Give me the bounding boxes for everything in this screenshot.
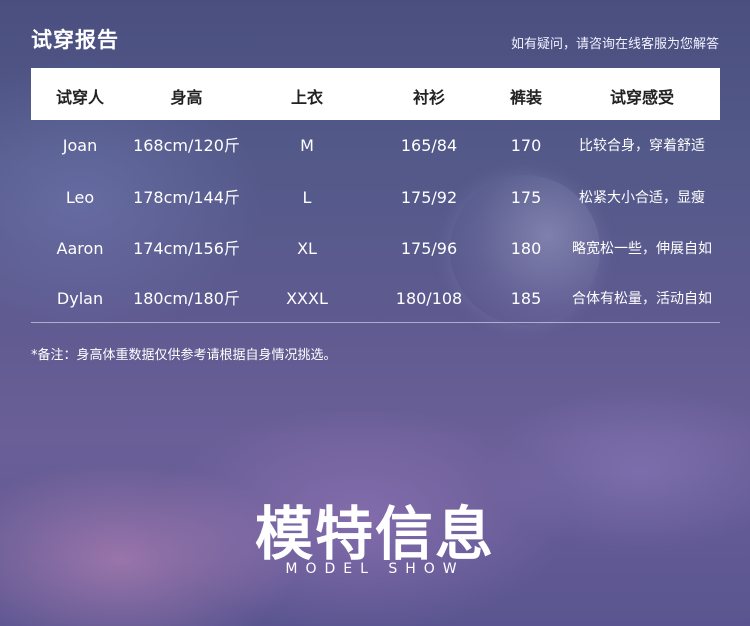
fit-feeling: 略宽松一些，伸展自如 bbox=[572, 241, 712, 257]
table-bottom-divider bbox=[31, 322, 720, 323]
column-header-tester: 试穿人 bbox=[55, 88, 104, 107]
shirt-size: 165/84 bbox=[400, 136, 458, 155]
column-header-height: 身高 bbox=[170, 88, 203, 107]
column-header-shirt: 衬衫 bbox=[412, 88, 445, 107]
fit-feeling: 比较合身，穿着舒适 bbox=[579, 138, 705, 154]
section-subtitle: MODEL SHOW bbox=[285, 561, 465, 577]
fit-feeling: 松紧大小合适，显瘦 bbox=[579, 190, 705, 206]
fit-feeling: 合体有松量，活动自如 bbox=[572, 291, 712, 307]
table-row: Dylan 180cm/180斤 XXXL 180/108 185 合体有松量，… bbox=[31, 274, 720, 324]
report-title: 试穿报告 bbox=[31, 28, 119, 52]
pants-size: 185 bbox=[510, 289, 542, 308]
top-size: XXXL bbox=[286, 289, 328, 308]
height-weight: 168cm/120斤 bbox=[133, 136, 240, 155]
height-weight: 180cm/180斤 bbox=[133, 289, 240, 308]
column-header-feeling: 试穿感受 bbox=[609, 88, 674, 107]
column-header-top: 上衣 bbox=[290, 88, 323, 107]
tester-name: Aaron bbox=[56, 239, 104, 258]
section-title: 模特信息 bbox=[254, 500, 495, 568]
footnote: *备注：身高体重数据仅供参考请根据自身情况挑选。 bbox=[31, 348, 337, 363]
pants-size: 170 bbox=[510, 136, 542, 155]
top-size: XL bbox=[297, 239, 317, 258]
table-row: Leo 178cm/144斤 L 175/92 175 松紧大小合适，显瘦 bbox=[31, 173, 720, 223]
tester-name: Dylan bbox=[56, 289, 104, 308]
top-size: L bbox=[302, 188, 312, 207]
tester-name: Leo bbox=[65, 188, 95, 207]
shirt-size: 175/96 bbox=[400, 239, 458, 258]
table-header: 试穿人 身高 上衣 衬衫 裤装 试穿感受 bbox=[31, 68, 720, 120]
pants-size: 175 bbox=[510, 188, 542, 207]
height-weight: 174cm/156斤 bbox=[133, 239, 240, 258]
height-weight: 178cm/144斤 bbox=[133, 188, 240, 207]
shirt-size: 175/92 bbox=[400, 188, 458, 207]
shirt-size: 180/108 bbox=[395, 289, 463, 308]
top-size: M bbox=[300, 136, 314, 155]
support-note: 如有疑问，请咨询在线客服为您解答 bbox=[510, 37, 719, 52]
column-header-pants: 裤装 bbox=[509, 88, 542, 107]
table-row: Aaron 174cm/156斤 XL 175/96 180 略宽松一些，伸展自… bbox=[31, 224, 720, 274]
tester-name: Joan bbox=[62, 136, 98, 155]
pants-size: 180 bbox=[510, 239, 542, 258]
table-row: Joan 168cm/120斤 M 165/84 170 比较合身，穿着舒适 bbox=[31, 121, 720, 171]
